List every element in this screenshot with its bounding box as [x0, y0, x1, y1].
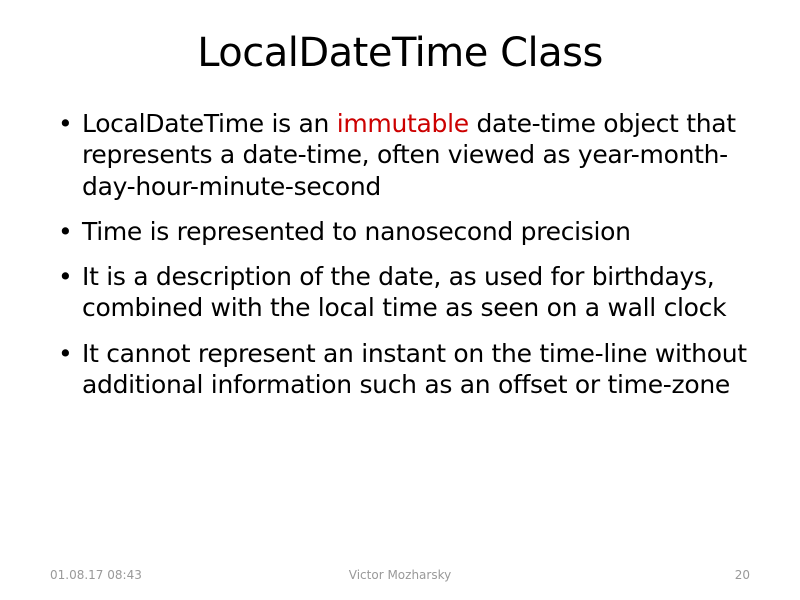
footer-page-number: 20	[735, 568, 750, 582]
slide: LocalDateTime Class LocalDateTime is an …	[0, 0, 800, 600]
bullet-text-prefix: It is a description of the date, as used…	[82, 262, 726, 322]
content-area: LocalDateTime is an immutable date-time …	[50, 108, 750, 400]
list-item: It is a description of the date, as used…	[58, 261, 750, 324]
list-item: LocalDateTime is an immutable date-time …	[58, 108, 750, 202]
page-title: LocalDateTime Class	[50, 30, 750, 76]
footer: 01.08.17 08:43 Victor Mozharsky 20	[50, 568, 750, 582]
list-item: It cannot represent an instant on the ti…	[58, 338, 750, 401]
bullet-text-prefix: Time is represented to nanosecond precis…	[82, 217, 631, 246]
list-item: Time is represented to nanosecond precis…	[58, 216, 750, 247]
highlighted-text: immutable	[337, 109, 469, 138]
bullet-text-prefix: LocalDateTime is an	[82, 109, 337, 138]
footer-date: 01.08.17 08:43	[50, 568, 142, 582]
bullet-text-prefix: It cannot represent an instant on the ti…	[82, 339, 747, 399]
bullet-list: LocalDateTime is an immutable date-time …	[58, 108, 750, 400]
footer-author: Victor Mozharsky	[349, 568, 451, 582]
